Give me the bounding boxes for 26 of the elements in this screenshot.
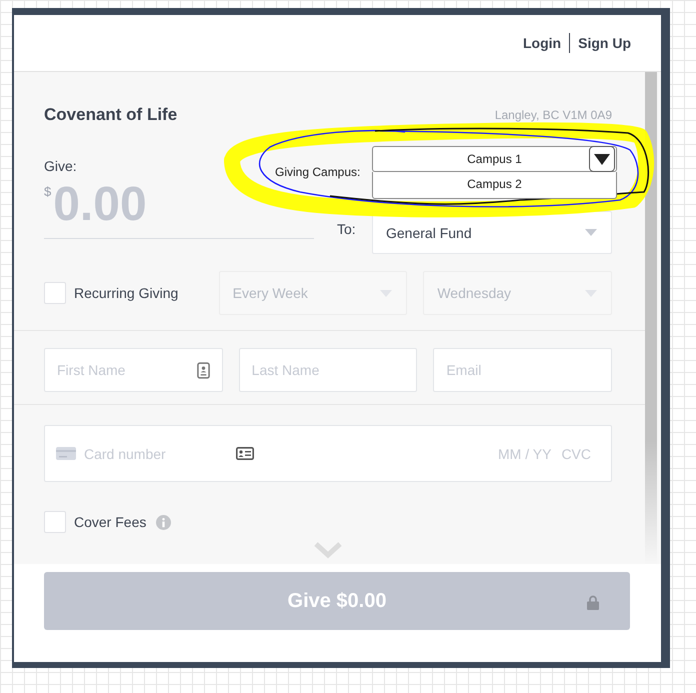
id-card-icon — [236, 447, 254, 460]
header-link[interactable]: Sign Up — [578, 35, 631, 51]
organization-name: Covenant of Life — [44, 105, 178, 125]
cover-fees-label: Cover Fees — [74, 514, 146, 530]
text-field[interactable]: First Name — [44, 348, 223, 392]
recurring-label: Recurring Giving — [74, 285, 178, 301]
header-link[interactable]: Login — [523, 35, 562, 51]
caret-icon — [585, 229, 597, 236]
info-icon[interactable] — [156, 514, 172, 530]
cover-fees-checkbox[interactable] — [44, 511, 66, 533]
amount-label: Give: — [44, 158, 77, 174]
campus-option[interactable]: Campus 2 — [373, 172, 616, 198]
lock-icon — [587, 595, 599, 610]
text-field[interactable]: Email — [433, 348, 612, 392]
text-field[interactable]: Last Name — [238, 348, 418, 392]
chevron-down-icon[interactable] — [314, 541, 342, 559]
location-text: Langley, BC V1M 0A9 — [494, 108, 612, 122]
credit-card-icon — [56, 447, 76, 460]
campus-label: Giving Campus: — [275, 165, 362, 179]
expiry-placeholder: MM / YY — [498, 446, 552, 462]
contact-card-icon — [196, 362, 210, 378]
campus-dropdown[interactable]: Campus 1 — [372, 146, 617, 172]
cvc-placeholder: CVC — [561, 446, 591, 462]
card-field[interactable]: Card number MM / YY CVC — [44, 425, 612, 482]
fund-label: To: — [336, 220, 357, 236]
recurring-checkbox[interactable] — [44, 282, 66, 304]
